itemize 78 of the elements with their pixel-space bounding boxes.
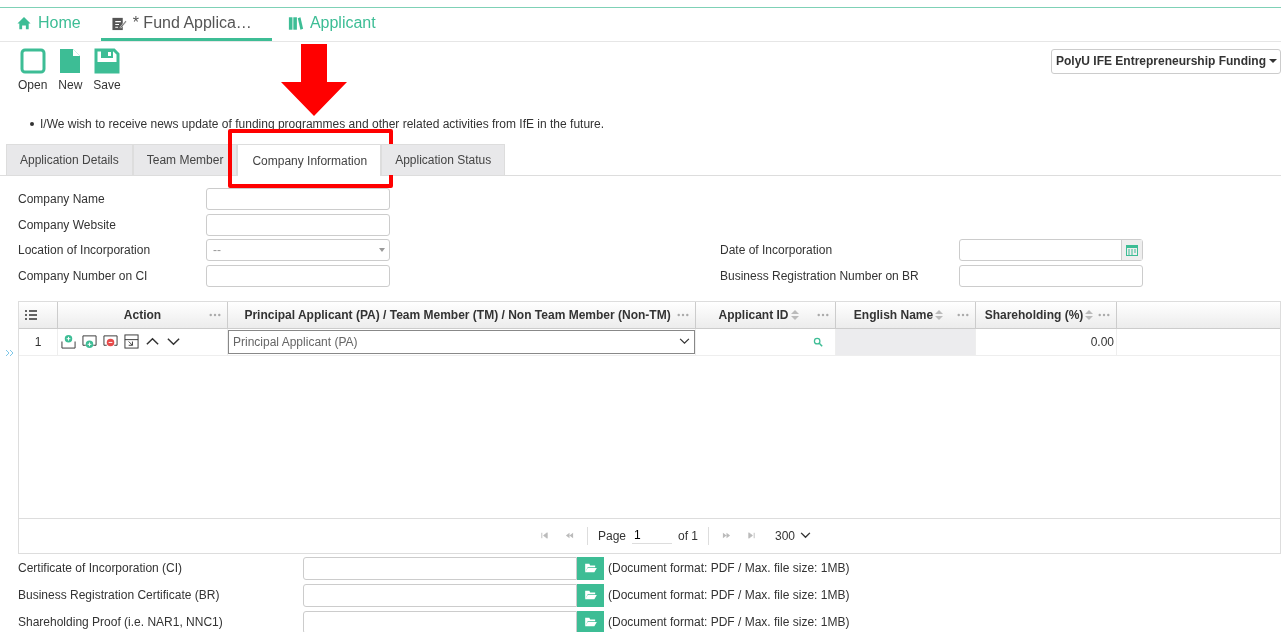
input-field[interactable]: [206, 213, 390, 236]
bullet-icon: [30, 121, 34, 126]
programme-dropdown[interactable]: PolyU IFE Entrepreneurship Funding: [1051, 49, 1281, 74]
folder-icon: [584, 563, 597, 573]
column-header[interactable]: Action: [58, 301, 228, 328]
field-label: Business Registration Certificate (BR): [18, 588, 221, 602]
column-menu-icon[interactable]: [817, 312, 829, 317]
toolbar-button[interactable]: New: [53, 48, 88, 92]
sort-icon: [1085, 308, 1094, 321]
add-row-icon[interactable]: [61, 334, 76, 349]
sort-icon: [935, 308, 944, 321]
next-page-icon[interactable]: [722, 531, 731, 540]
page-field[interactable]: 1: [632, 527, 672, 544]
form-tab[interactable]: Application Details: [6, 144, 133, 175]
last-page-icon[interactable]: [747, 531, 756, 540]
column-header[interactable]: Applicant ID: [696, 301, 836, 328]
form-tab[interactable]: Company Information: [237, 144, 382, 176]
field-label: Location of Incorporation: [18, 243, 152, 257]
field-label: Shareholding Proof (i.e. NAR1, NNC1): [18, 615, 224, 629]
sort-icon: [790, 308, 799, 321]
previous-page-icon[interactable]: [564, 531, 574, 540]
column-header[interactable]: Principal Applicant (PA) / Team Member (TM) / Non Team Member (Non-TM): [228, 301, 696, 328]
form-tab[interactable]: Team Member: [132, 144, 238, 175]
field-label: Certificate of Incorporation (CI): [18, 561, 184, 575]
binders-icon: [287, 15, 304, 31]
folder-icon: [584, 617, 597, 627]
chevron-down-icon: [679, 338, 690, 345]
file-field[interactable]: [303, 556, 577, 580]
column-header[interactable]: Shareholding (%): [976, 301, 1117, 328]
browse-button[interactable]: [577, 583, 604, 607]
page-count: of 1: [678, 528, 698, 543]
file-field[interactable]: [303, 610, 577, 632]
field-label: Company Number on CI: [18, 268, 149, 283]
form-tab[interactable]: Application Status: [381, 144, 506, 175]
calendar-icon: [1126, 244, 1138, 256]
row-number: 1: [19, 328, 58, 355]
input-field[interactable]: [959, 264, 1143, 287]
column-menu-icon[interactable]: [209, 312, 221, 317]
input-field[interactable]: [206, 264, 390, 287]
toolbar-button[interactable]: Save: [89, 48, 125, 92]
edit-icon: [110, 15, 127, 31]
format-note: (Document format: PDF / Max. file size: 1MB): [608, 588, 850, 602]
field-label: Date of Incorporation: [720, 243, 834, 257]
caret-icon: [1269, 59, 1277, 63]
browse-button[interactable]: [577, 610, 604, 632]
down-arrow-icon: [279, 44, 350, 116]
field-label: Company Website: [18, 217, 117, 232]
browse-button[interactable]: [577, 556, 604, 580]
page-label: Page: [597, 528, 626, 543]
chevron-down-icon: [800, 532, 812, 539]
expand-icon[interactable]: [5, 347, 15, 358]
search-icon[interactable]: [813, 336, 823, 347]
first-page-icon[interactable]: [539, 531, 549, 540]
member-type-select[interactable]: Principal Applicant (PA): [228, 329, 695, 354]
field-label: Company Name: [18, 192, 106, 206]
toolbar-button[interactable]: Open: [14, 48, 52, 92]
list-icon: [25, 308, 37, 321]
nav-tab[interactable]: * Fund Applica…: [100, 8, 272, 41]
column-menu-icon[interactable]: [1098, 312, 1110, 317]
field-label: Business Registration Number on BR: [720, 268, 920, 283]
format-note: (Document format: PDF / Max. file size: 1MB): [608, 615, 850, 629]
caret-icon: [379, 248, 385, 252]
home-icon: [16, 15, 32, 31]
column-header[interactable]: English Name: [836, 301, 976, 328]
input-field[interactable]: [206, 188, 390, 210]
delete-row-icon[interactable]: [103, 334, 118, 349]
insert-row-icon[interactable]: [82, 334, 97, 349]
column-menu-icon[interactable]: [957, 312, 969, 317]
save-icon: [94, 48, 121, 74]
file-field[interactable]: [303, 583, 577, 607]
folder-icon: [584, 590, 597, 600]
date-field[interactable]: [959, 239, 1143, 261]
table-cell[interactable]: 0.00: [976, 328, 1117, 355]
column-menu-icon[interactable]: [677, 312, 689, 317]
page-size-select[interactable]: 300: [769, 526, 818, 545]
format-note: (Document format: PDF / Max. file size: 1MB): [608, 561, 850, 575]
square-icon: [19, 48, 46, 74]
copy-row-icon[interactable]: [124, 334, 139, 349]
